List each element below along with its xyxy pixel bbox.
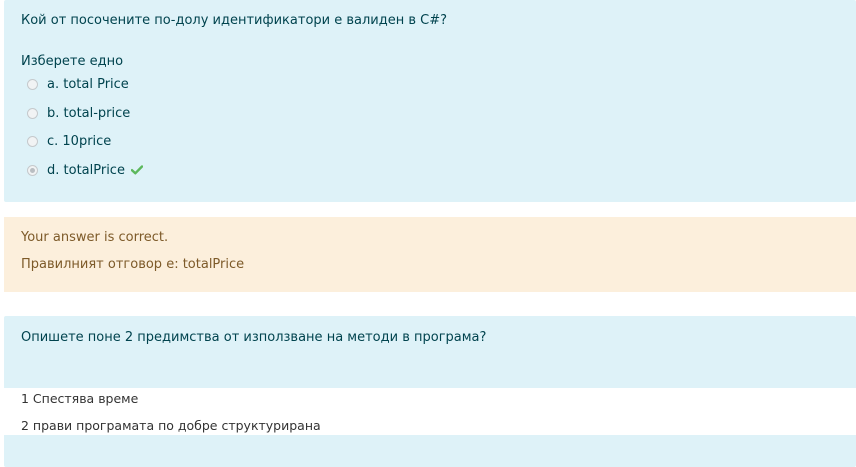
- option-d[interactable]: d. totalPrice: [27, 161, 143, 179]
- option-c-label: c. 10price: [47, 133, 112, 149]
- quiz-review-page: Кой от посочените по-долу идентификатори…: [0, 0, 856, 467]
- question-1-text: Кой от посочените по-долу идентификатори…: [21, 13, 448, 28]
- option-c[interactable]: c. 10price: [27, 132, 111, 150]
- option-d-label: d. totalPrice: [47, 162, 125, 178]
- check-icon: [130, 165, 143, 175]
- option-a-label: a. total Price: [47, 76, 129, 92]
- answer-prompt: Изберете едно: [21, 54, 124, 69]
- answer-line-2: 2 прави програмата по добре структуриран…: [21, 418, 321, 433]
- option-b[interactable]: b. total-price: [27, 104, 130, 122]
- essay-answer-area[interactable]: 1 Спестява време 2 прави програмата по д…: [0, 388, 856, 435]
- correct-answer-text: Правилният отговор е: totalPrice: [21, 257, 245, 272]
- answer-line-1: 1 Спестява време: [21, 391, 139, 406]
- radio-b[interactable]: [27, 107, 38, 119]
- question-1-card: Кой от посочените по-долу идентификатори…: [4, 0, 856, 202]
- radio-d[interactable]: [27, 164, 38, 176]
- feedback-box: Your answer is correct. Правилният отгов…: [4, 217, 856, 292]
- feedback-status: Your answer is correct.: [21, 230, 169, 245]
- option-a[interactable]: a. total Price: [27, 75, 129, 93]
- question-2-text: Опишете поне 2 предимства от използване …: [21, 330, 487, 345]
- option-b-label: b. total-price: [47, 105, 131, 121]
- radio-c[interactable]: [27, 135, 38, 147]
- radio-a[interactable]: [27, 78, 38, 90]
